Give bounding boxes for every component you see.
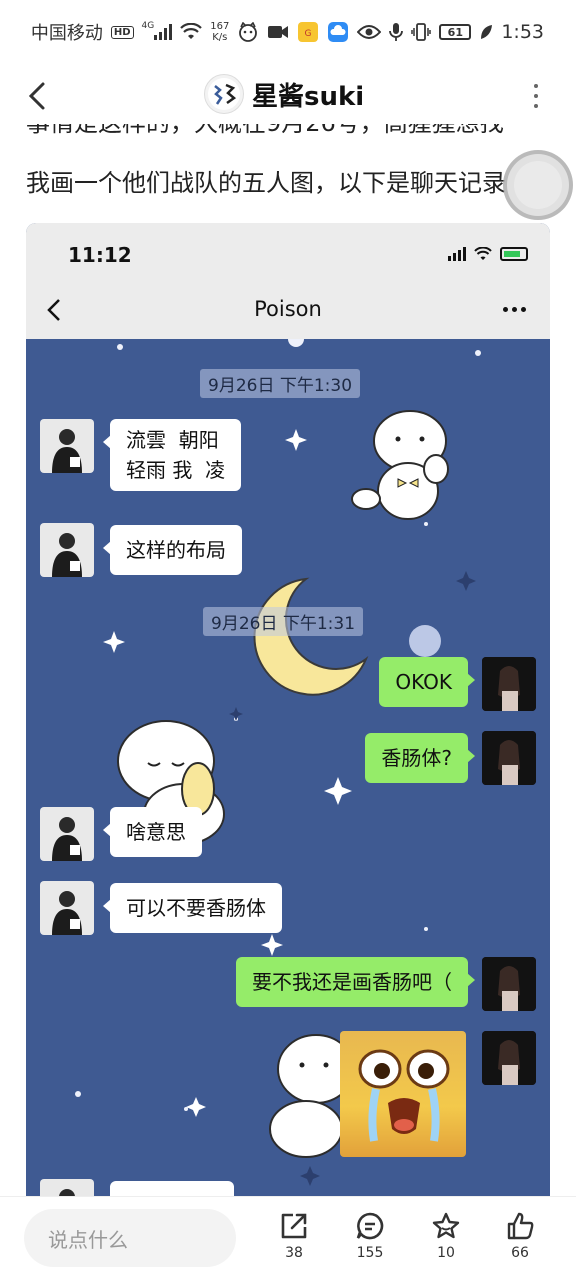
more-dot-icon [534,104,538,108]
chevron-left-icon [28,82,45,110]
embedded-signal-icon [448,247,466,261]
leaf-icon [479,22,493,42]
article-text-partial: 事情是这样的，大概在9月26号，高猩猩想找 [26,124,504,154]
hd-icon: HD [110,22,134,42]
article-line-2: 我画一个他们战队的五人图，以下是聊天记录 [26,169,506,197]
chat-message-right[interactable]: 要不我还是画香肠吧（ [236,957,475,1007]
share-icon [281,1213,307,1239]
author-info[interactable]: 星酱suki [204,74,364,114]
self-avatar-image [482,657,536,711]
comment-button[interactable]: 155 [344,1211,396,1261]
self-avatar[interactable] [482,1031,536,1085]
more-dot-icon [534,94,538,98]
network-speed: 167 K/s [210,21,229,43]
star-icon [432,1212,460,1239]
chat-area: 9月26日 下午1:30 流雲 朝阳 轻雨 我 凌 这样的布局 9月26日 下午… [26,339,550,1203]
author-avatar[interactable] [204,74,244,114]
network-label: 4G [141,21,155,31]
video-call-icon [267,22,289,42]
share-button[interactable]: 38 [268,1211,320,1261]
embedded-battery-icon [500,247,528,261]
avatar-image [208,78,240,110]
touch-indicator [409,625,441,657]
battery-icon: 61 [439,24,472,40]
embedded-more-icon [503,307,526,312]
chat-wallpaper [75,339,489,1186]
battery-level: 61 [447,25,463,39]
person-avatar-image [52,533,82,577]
embedded-chat-title: Poison [254,297,322,321]
chat-message-right[interactable]: OKOK [379,657,475,707]
vibrate-icon [411,22,432,42]
self-avatar-image [482,957,536,1011]
embedded-status-icons [448,247,528,261]
contact-avatar[interactable] [40,419,94,473]
eye-icon [357,22,382,42]
comment-icon [356,1212,384,1240]
carrier-label: 中国移动 [30,23,103,44]
chat-timestamp: 9月26日 下午1:31 [203,607,364,636]
chat-message-left[interactable]: 这样的布局 [103,525,242,575]
comment-placeholder: 说点什么 [48,1227,128,1252]
svg-text:G: G [305,29,312,39]
speed-value: 167 [210,21,230,32]
chat-message-right[interactable]: 香肠体? [365,733,475,783]
like-button[interactable]: 66 [494,1211,546,1261]
cloud-app-icon [327,22,349,42]
chat-message-left[interactable]: 流雲 朝阳 轻雨 我 凌 [102,419,242,491]
cellular-signal-icon: 4G [141,21,173,42]
self-avatar[interactable] [482,657,536,711]
favorite-count: 10 [437,1245,455,1261]
author-name[interactable]: 星酱suki [252,76,364,113]
self-avatar-image [482,731,536,785]
wifi-icon [180,22,203,42]
bottom-action-bar: 说点什么 38 155 10 66 [0,1196,576,1280]
person-avatar-image [52,429,82,473]
chat-message-left[interactable]: 可以不要香肠体 [103,883,282,933]
more-options-button[interactable] [532,84,540,108]
message-line: 流雲 朝阳 [126,428,219,452]
more-dot-icon [534,84,538,88]
app-notification-icon: G [297,22,319,42]
self-avatar-image [482,1031,536,1085]
comment-count: 155 [356,1245,384,1261]
embedded-chat-screenshot[interactable]: 11:12 Poison 9月26日 下午1:30 流雲 朝阳 轻雨 我 凌 这… [26,223,550,1203]
clock: 1:53 [501,21,544,43]
message-line: 轻雨 我 凌 [126,458,226,482]
thumbs-up-icon [507,1212,534,1240]
contact-avatar[interactable] [40,523,94,577]
crying-face-icon [358,1049,450,1142]
like-count: 66 [511,1245,529,1261]
favorite-button[interactable]: 10 [420,1211,472,1261]
cat-app-icon [237,22,259,42]
embedded-time: 11:12 [68,243,132,267]
crying-sticker-image[interactable] [340,1031,466,1157]
embedded-nav-bar: Poison [26,283,550,339]
hd-label: HD [110,25,134,39]
status-bar: 中国移动 HD 4G 167 K/s G 61 1:53 [0,0,576,64]
floating-assist-button[interactable] [503,150,573,220]
comment-input[interactable]: 说点什么 [24,1209,236,1267]
share-count: 38 [285,1245,303,1261]
self-avatar[interactable] [482,731,536,785]
chat-timestamp: 9月26日 下午1:30 [200,369,361,398]
back-button[interactable] [22,78,52,114]
contact-avatar[interactable] [40,881,94,935]
embedded-wifi-icon [474,247,492,260]
person-avatar-image [52,891,82,935]
person-avatar-image [52,817,82,861]
self-avatar[interactable] [482,957,536,1011]
article-line-1: 事情是这样的，大概在9月26号，高猩猩想找 [26,124,504,138]
microphone-icon [389,22,404,42]
app-header: 星酱suki [0,64,576,130]
chat-message-left[interactable]: 啥意思 [103,807,202,857]
contact-avatar[interactable] [40,807,94,861]
embedded-status-bar: 11:12 [26,223,550,283]
speed-unit: K/s [212,32,228,43]
floating-button-inner [514,161,562,209]
